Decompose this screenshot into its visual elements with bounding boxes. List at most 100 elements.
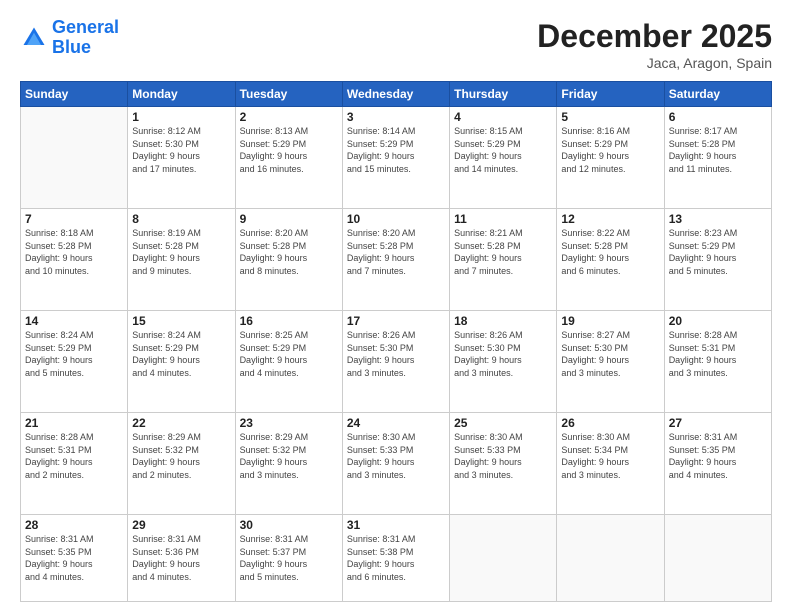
day-number: 13 [669, 212, 767, 226]
day-info: Sunrise: 8:31 AMSunset: 5:38 PMDaylight:… [347, 533, 445, 583]
logo-text: General Blue [52, 18, 119, 58]
calendar-cell: 13Sunrise: 8:23 AMSunset: 5:29 PMDayligh… [664, 209, 771, 311]
day-number: 11 [454, 212, 552, 226]
weekday-header-wednesday: Wednesday [342, 82, 449, 107]
day-info: Sunrise: 8:31 AMSunset: 5:36 PMDaylight:… [132, 533, 230, 583]
day-info: Sunrise: 8:13 AMSunset: 5:29 PMDaylight:… [240, 125, 338, 175]
day-number: 5 [561, 110, 659, 124]
page: General Blue December 2025 Jaca, Aragon,… [0, 0, 792, 612]
calendar-cell: 5Sunrise: 8:16 AMSunset: 5:29 PMDaylight… [557, 107, 664, 209]
day-number: 16 [240, 314, 338, 328]
calendar-cell: 29Sunrise: 8:31 AMSunset: 5:36 PMDayligh… [128, 515, 235, 602]
day-info: Sunrise: 8:20 AMSunset: 5:28 PMDaylight:… [240, 227, 338, 277]
day-info: Sunrise: 8:12 AMSunset: 5:30 PMDaylight:… [132, 125, 230, 175]
calendar-cell: 31Sunrise: 8:31 AMSunset: 5:38 PMDayligh… [342, 515, 449, 602]
day-info: Sunrise: 8:24 AMSunset: 5:29 PMDaylight:… [132, 329, 230, 379]
calendar-cell: 14Sunrise: 8:24 AMSunset: 5:29 PMDayligh… [21, 311, 128, 413]
calendar-cell: 20Sunrise: 8:28 AMSunset: 5:31 PMDayligh… [664, 311, 771, 413]
day-info: Sunrise: 8:15 AMSunset: 5:29 PMDaylight:… [454, 125, 552, 175]
calendar-week-2: 7Sunrise: 8:18 AMSunset: 5:28 PMDaylight… [21, 209, 772, 311]
day-info: Sunrise: 8:30 AMSunset: 5:34 PMDaylight:… [561, 431, 659, 481]
day-number: 21 [25, 416, 123, 430]
day-number: 9 [240, 212, 338, 226]
day-info: Sunrise: 8:27 AMSunset: 5:30 PMDaylight:… [561, 329, 659, 379]
day-info: Sunrise: 8:17 AMSunset: 5:28 PMDaylight:… [669, 125, 767, 175]
day-info: Sunrise: 8:31 AMSunset: 5:35 PMDaylight:… [25, 533, 123, 583]
day-number: 2 [240, 110, 338, 124]
day-number: 20 [669, 314, 767, 328]
day-info: Sunrise: 8:24 AMSunset: 5:29 PMDaylight:… [25, 329, 123, 379]
calendar-cell: 25Sunrise: 8:30 AMSunset: 5:33 PMDayligh… [450, 413, 557, 515]
day-info: Sunrise: 8:29 AMSunset: 5:32 PMDaylight:… [240, 431, 338, 481]
calendar-cell: 26Sunrise: 8:30 AMSunset: 5:34 PMDayligh… [557, 413, 664, 515]
weekday-header-friday: Friday [557, 82, 664, 107]
day-number: 27 [669, 416, 767, 430]
calendar-cell: 4Sunrise: 8:15 AMSunset: 5:29 PMDaylight… [450, 107, 557, 209]
day-number: 25 [454, 416, 552, 430]
day-number: 6 [669, 110, 767, 124]
calendar-cell [557, 515, 664, 602]
calendar-cell: 6Sunrise: 8:17 AMSunset: 5:28 PMDaylight… [664, 107, 771, 209]
day-info: Sunrise: 8:29 AMSunset: 5:32 PMDaylight:… [132, 431, 230, 481]
location: Jaca, Aragon, Spain [537, 55, 772, 71]
calendar-body: 1Sunrise: 8:12 AMSunset: 5:30 PMDaylight… [21, 107, 772, 602]
day-info: Sunrise: 8:28 AMSunset: 5:31 PMDaylight:… [25, 431, 123, 481]
day-number: 17 [347, 314, 445, 328]
calendar-table: SundayMondayTuesdayWednesdayThursdayFrid… [20, 81, 772, 602]
calendar-cell: 2Sunrise: 8:13 AMSunset: 5:29 PMDaylight… [235, 107, 342, 209]
logo-line1: General [52, 17, 119, 37]
logo: General Blue [20, 18, 119, 58]
calendar-week-3: 14Sunrise: 8:24 AMSunset: 5:29 PMDayligh… [21, 311, 772, 413]
calendar-cell: 15Sunrise: 8:24 AMSunset: 5:29 PMDayligh… [128, 311, 235, 413]
day-info: Sunrise: 8:14 AMSunset: 5:29 PMDaylight:… [347, 125, 445, 175]
day-info: Sunrise: 8:21 AMSunset: 5:28 PMDaylight:… [454, 227, 552, 277]
calendar-cell: 3Sunrise: 8:14 AMSunset: 5:29 PMDaylight… [342, 107, 449, 209]
weekday-header-sunday: Sunday [21, 82, 128, 107]
day-info: Sunrise: 8:23 AMSunset: 5:29 PMDaylight:… [669, 227, 767, 277]
day-number: 28 [25, 518, 123, 532]
calendar-cell [21, 107, 128, 209]
day-info: Sunrise: 8:22 AMSunset: 5:28 PMDaylight:… [561, 227, 659, 277]
calendar-cell: 22Sunrise: 8:29 AMSunset: 5:32 PMDayligh… [128, 413, 235, 515]
title-block: December 2025 Jaca, Aragon, Spain [537, 18, 772, 71]
day-number: 30 [240, 518, 338, 532]
logo-line2: Blue [52, 37, 91, 57]
calendar-cell: 16Sunrise: 8:25 AMSunset: 5:29 PMDayligh… [235, 311, 342, 413]
day-number: 3 [347, 110, 445, 124]
day-info: Sunrise: 8:31 AMSunset: 5:35 PMDaylight:… [669, 431, 767, 481]
weekday-header-saturday: Saturday [664, 82, 771, 107]
weekday-header-thursday: Thursday [450, 82, 557, 107]
weekday-header-monday: Monday [128, 82, 235, 107]
day-info: Sunrise: 8:26 AMSunset: 5:30 PMDaylight:… [347, 329, 445, 379]
day-number: 8 [132, 212, 230, 226]
day-number: 10 [347, 212, 445, 226]
calendar-cell: 8Sunrise: 8:19 AMSunset: 5:28 PMDaylight… [128, 209, 235, 311]
calendar-week-4: 21Sunrise: 8:28 AMSunset: 5:31 PMDayligh… [21, 413, 772, 515]
day-number: 1 [132, 110, 230, 124]
day-number: 24 [347, 416, 445, 430]
day-info: Sunrise: 8:30 AMSunset: 5:33 PMDaylight:… [454, 431, 552, 481]
calendar-cell: 1Sunrise: 8:12 AMSunset: 5:30 PMDaylight… [128, 107, 235, 209]
calendar-cell: 9Sunrise: 8:20 AMSunset: 5:28 PMDaylight… [235, 209, 342, 311]
calendar-week-1: 1Sunrise: 8:12 AMSunset: 5:30 PMDaylight… [21, 107, 772, 209]
day-info: Sunrise: 8:31 AMSunset: 5:37 PMDaylight:… [240, 533, 338, 583]
day-info: Sunrise: 8:28 AMSunset: 5:31 PMDaylight:… [669, 329, 767, 379]
day-number: 7 [25, 212, 123, 226]
month-title: December 2025 [537, 18, 772, 55]
calendar-header: SundayMondayTuesdayWednesdayThursdayFrid… [21, 82, 772, 107]
calendar-cell: 28Sunrise: 8:31 AMSunset: 5:35 PMDayligh… [21, 515, 128, 602]
day-info: Sunrise: 8:25 AMSunset: 5:29 PMDaylight:… [240, 329, 338, 379]
calendar-week-5: 28Sunrise: 8:31 AMSunset: 5:35 PMDayligh… [21, 515, 772, 602]
day-info: Sunrise: 8:30 AMSunset: 5:33 PMDaylight:… [347, 431, 445, 481]
calendar-cell [450, 515, 557, 602]
calendar-cell: 27Sunrise: 8:31 AMSunset: 5:35 PMDayligh… [664, 413, 771, 515]
day-info: Sunrise: 8:26 AMSunset: 5:30 PMDaylight:… [454, 329, 552, 379]
calendar-cell: 17Sunrise: 8:26 AMSunset: 5:30 PMDayligh… [342, 311, 449, 413]
day-number: 26 [561, 416, 659, 430]
day-number: 29 [132, 518, 230, 532]
calendar-cell: 7Sunrise: 8:18 AMSunset: 5:28 PMDaylight… [21, 209, 128, 311]
day-number: 12 [561, 212, 659, 226]
logo-icon [20, 24, 48, 52]
weekday-header-tuesday: Tuesday [235, 82, 342, 107]
calendar-cell: 24Sunrise: 8:30 AMSunset: 5:33 PMDayligh… [342, 413, 449, 515]
